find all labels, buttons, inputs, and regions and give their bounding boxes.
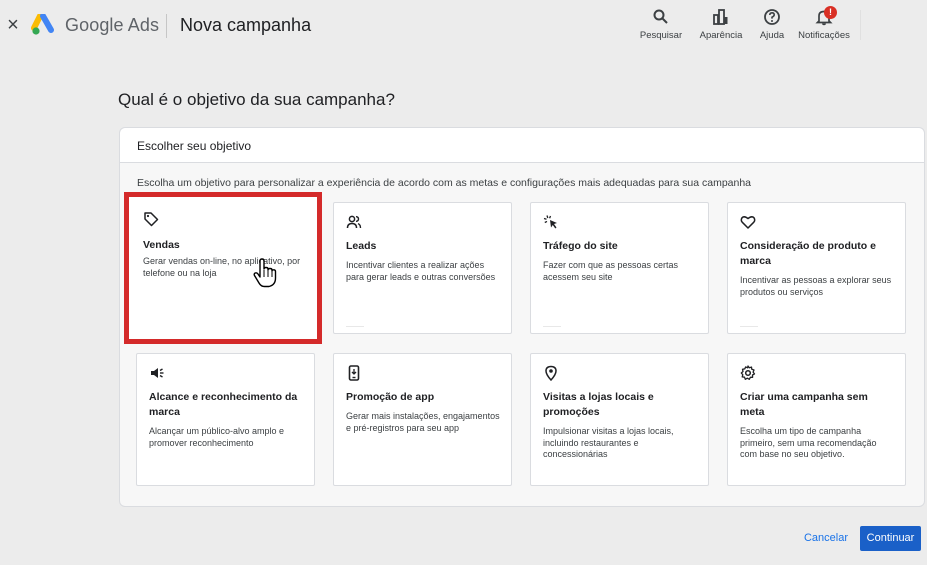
objective-description: Gerar vendas on-line, no aplicativo, por…: [143, 256, 301, 278]
notifications-button[interactable]: ! Notificações: [797, 6, 851, 42]
objective-card-consideration[interactable]: Consideração de produto e marca Incentiv…: [727, 202, 906, 334]
objective-description: Impulsionar visitas a lojas locais, incl…: [543, 426, 674, 459]
google-ads-logo: [31, 14, 54, 35]
objective-card-local-visits[interactable]: Visitas a lojas locais e promoções Impul…: [530, 353, 709, 486]
objective-description: Fazer com que as pessoas certas acessem …: [543, 260, 679, 282]
gear-icon: [740, 365, 756, 381]
card-footer-line: [740, 326, 758, 327]
objective-card-awareness[interactable]: Alcance e reconhecimento da marca Alcanç…: [136, 353, 315, 486]
question-heading: Qual é o objetivo da sua campanha?: [118, 90, 395, 109]
top-bar: × Google Ads Nova campanha Pesquisar Apa…: [0, 0, 927, 52]
objective-description: Escolha um tipo de campanha primeiro, se…: [740, 426, 877, 459]
brand-name: Google Ads: [65, 15, 160, 35]
objective-title: Tráfego do site: [543, 240, 618, 252]
objective-title: Leads: [346, 240, 377, 252]
objective-description: Incentivar clientes a realizar ações par…: [346, 260, 496, 282]
hand-cursor-icon: [253, 258, 277, 288]
notifications-label: Notificações: [798, 30, 850, 41]
tag-icon: [143, 211, 159, 227]
cancel-button[interactable]: Cancelar: [796, 526, 856, 550]
notification-badge: !: [824, 6, 837, 19]
close-icon[interactable]: ×: [4, 14, 22, 36]
objective-title: Consideração de produto e marca: [740, 240, 876, 267]
click-icon: [543, 214, 559, 230]
card-footer-line: [543, 326, 561, 327]
people-icon: [346, 214, 362, 230]
help-icon: [764, 9, 780, 25]
page-title: Nova campanha: [180, 15, 312, 35]
objective-title: Visitas a lojas locais e promoções: [543, 391, 654, 418]
objective-title: Promoção de app: [346, 391, 435, 403]
search-button[interactable]: Pesquisar: [640, 6, 682, 42]
appearance-icon: [713, 9, 728, 25]
objective-card-sales[interactable]: Vendas Gerar vendas on-line, no aplicati…: [124, 192, 322, 344]
panel-heading: Escolher seu objetivo: [120, 128, 924, 163]
search-label: Pesquisar: [639, 30, 683, 41]
header-divider-right: [860, 10, 861, 40]
heart-icon: [740, 214, 756, 230]
objective-card-traffic[interactable]: Tráfego do site Fazer com que as pessoas…: [530, 202, 709, 334]
header-divider: [166, 14, 167, 38]
help-button[interactable]: Ajuda: [757, 6, 787, 42]
objective-card-app-promotion[interactable]: Promoção de app Gerar mais instalações, …: [333, 353, 512, 486]
continue-button[interactable]: Continuar: [860, 526, 921, 551]
objective-title: Criar uma campanha sem meta: [740, 391, 868, 418]
objective-card-no-goal[interactable]: Criar uma campanha sem meta Escolha um t…: [727, 353, 906, 486]
phone-icon: [346, 365, 362, 381]
objective-description: Alcançar um público-alvo amplo e promove…: [149, 426, 285, 448]
objective-title: Alcance e reconhecimento da marca: [149, 391, 298, 418]
card-footer-line: [346, 326, 364, 327]
objective-title: Vendas: [143, 239, 180, 251]
location-pin-icon: [543, 365, 559, 382]
search-icon: [653, 9, 668, 24]
appearance-button[interactable]: Aparência: [698, 6, 744, 42]
appearance-label: Aparência: [699, 30, 743, 41]
objective-description: Incentivar as pessoas a explorar seus pr…: [740, 275, 892, 297]
help-label: Ajuda: [759, 30, 785, 41]
objective-card-leads[interactable]: Leads Incentivar clientes a realizar açõ…: [333, 202, 512, 334]
panel-description: Escolha um objetivo para personalizar a …: [137, 177, 752, 189]
megaphone-icon: [149, 365, 165, 381]
objective-description: Gerar mais instalações, engajamentos e p…: [346, 411, 500, 433]
